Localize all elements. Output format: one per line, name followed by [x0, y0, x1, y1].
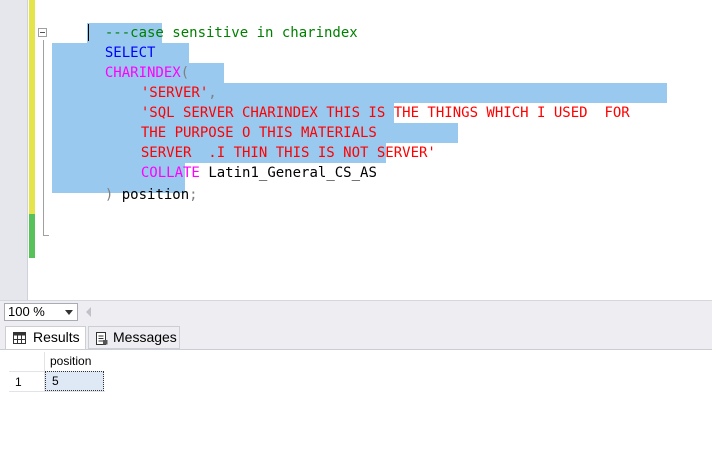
close-paren: )	[104, 187, 114, 203]
zoom-bar: 100 %	[0, 300, 712, 323]
chevron-down-icon	[65, 310, 73, 315]
tab-results-label: Results	[33, 329, 80, 345]
grid-corner[interactable]	[9, 352, 44, 371]
semicolon: ;	[189, 187, 198, 203]
grid-divider	[9, 391, 105, 392]
code-line-collate[interactable]: COLLATE Latin1_General_CS_AS	[124, 143, 377, 181]
row-number[interactable]: 1	[9, 371, 44, 391]
collapse-toggle-icon[interactable]	[38, 28, 47, 37]
outline-end	[43, 235, 49, 236]
tab-messages[interactable]: Messages	[88, 326, 180, 349]
code-line-charindex[interactable]: CHARINDEX(	[88, 43, 189, 81]
saved-change-bar	[29, 214, 35, 258]
column-header-position[interactable]: position	[44, 352, 105, 371]
code-line-select[interactable]: SELECT	[88, 23, 156, 61]
unsaved-change-bar	[29, 0, 35, 214]
results-grid: position 1 5	[0, 349, 712, 458]
code-line-arg2b[interactable]: THE PURPOSE O THIS MATERIALS	[124, 103, 377, 141]
code-line-arg2a[interactable]: 'SQL SERVER CHARINDEX THIS IS THE THINGS…	[124, 83, 630, 121]
grid-icon	[13, 332, 26, 344]
result-cell[interactable]: 5	[45, 371, 104, 391]
collation-name: Latin1_General_CS_AS	[208, 165, 377, 181]
code-line-arg2c[interactable]: SERVER .I THIN THIS IS NOT SERVER'	[124, 123, 436, 161]
margin-divider	[27, 0, 28, 300]
code-line-close[interactable]: ) position;	[88, 165, 198, 203]
outline-line	[43, 40, 44, 236]
tab-messages-label: Messages	[113, 329, 177, 345]
zoom-value: 100 %	[8, 304, 45, 319]
code-line-comment[interactable]: ---case sensitive in charindex	[88, 3, 358, 41]
code-line-arg1[interactable]: 'SERVER',	[124, 63, 217, 101]
messages-icon	[96, 332, 108, 345]
results-tab-strip: Results Messages	[0, 323, 712, 349]
alias-position: position	[121, 187, 190, 203]
editor-margin	[0, 0, 27, 300]
tab-results[interactable]: Results	[5, 326, 86, 349]
zoom-dropdown[interactable]: 100 %	[4, 303, 78, 321]
text-caret	[88, 24, 89, 41]
scroll-left-icon[interactable]	[86, 307, 91, 317]
